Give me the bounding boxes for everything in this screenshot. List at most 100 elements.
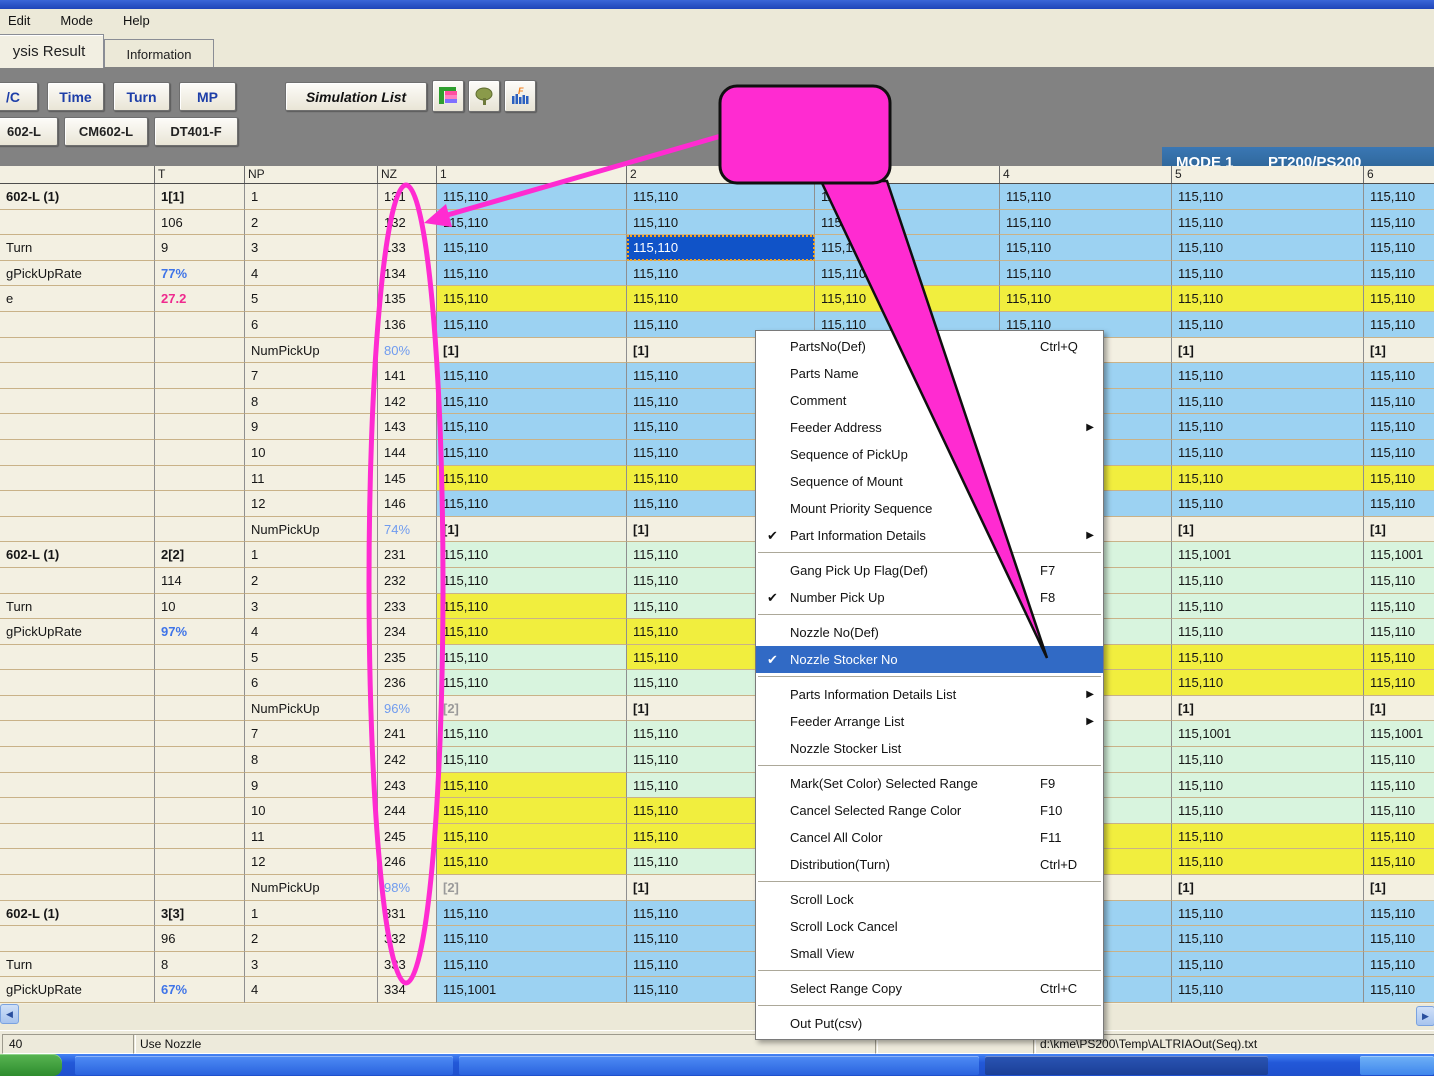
menu-item-sequence-of-mount[interactable]: Sequence of Mount	[756, 468, 1103, 495]
data-cell[interactable]: 115,110	[1172, 849, 1364, 875]
data-cell[interactable]: 115,110	[627, 235, 815, 261]
data-cell[interactable]: 115,110	[1364, 414, 1434, 440]
column-header[interactable]: 1	[437, 166, 627, 183]
data-cell[interactable]: 115,110	[437, 414, 627, 440]
data-cell[interactable]: 115,110	[1172, 798, 1364, 824]
turn-button[interactable]: Turn	[113, 82, 170, 111]
data-cell[interactable]: 115,110	[1172, 389, 1364, 415]
menu-item-nozzle-stocker-no[interactable]: ✔Nozzle Stocker No	[756, 646, 1103, 673]
data-cell[interactable]: 115,110	[1172, 414, 1364, 440]
data-cell[interactable]: 115,110	[1364, 926, 1434, 952]
data-cell[interactable]: 115,110	[437, 670, 627, 696]
machine-button-dt401f[interactable]: DT401-F	[154, 117, 238, 146]
menu-help[interactable]: Help	[121, 11, 152, 30]
color-list-icon[interactable]	[432, 80, 464, 112]
data-cell[interactable]: [2]	[437, 875, 627, 901]
data-cell[interactable]: 115,110	[1172, 645, 1364, 671]
data-cell[interactable]: 115,110	[437, 542, 627, 568]
data-cell[interactable]: 115,110	[1364, 773, 1434, 799]
data-cell[interactable]: 115,110	[815, 235, 1000, 261]
pc-button[interactable]: /C	[0, 82, 38, 111]
menu-item-cancel-selected-range-color[interactable]: Cancel Selected Range ColorF10	[756, 797, 1103, 824]
data-cell[interactable]: 115,110	[1172, 466, 1364, 492]
column-header[interactable]: 5	[1172, 166, 1364, 183]
taskbar-window-button-active[interactable]	[985, 1056, 1268, 1075]
data-cell[interactable]: 115,110	[437, 312, 627, 338]
menu-item-mount-priority-sequence[interactable]: Mount Priority Sequence	[756, 495, 1103, 522]
menu-item-sequence-of-pickup[interactable]: Sequence of PickUp	[756, 441, 1103, 468]
data-cell[interactable]: 115,110	[437, 261, 627, 287]
data-cell[interactable]: 115,110	[437, 824, 627, 850]
data-cell[interactable]: 115,110	[1364, 184, 1434, 210]
data-cell[interactable]: 115,110	[437, 798, 627, 824]
data-cell[interactable]: 115,110	[1364, 594, 1434, 620]
menu-item-part-information-details[interactable]: ✔Part Information Details▶	[756, 522, 1103, 549]
data-cell[interactable]: 115,110	[1364, 619, 1434, 645]
data-cell[interactable]: 115,110	[627, 184, 815, 210]
data-cell[interactable]: 115,110	[815, 286, 1000, 312]
data-cell[interactable]: 115,110	[1172, 747, 1364, 773]
time-button[interactable]: Time	[47, 82, 104, 111]
data-cell[interactable]: 115,110	[1172, 594, 1364, 620]
taskbar-window-button[interactable]	[75, 1056, 453, 1075]
machine-button-cm602l[interactable]: CM602-L	[64, 117, 148, 146]
data-cell[interactable]: 115,110	[1172, 440, 1364, 466]
data-cell[interactable]: 115,110	[627, 210, 815, 236]
data-cell[interactable]: 115,110	[1172, 926, 1364, 952]
data-cell[interactable]: 115,110	[1364, 849, 1434, 875]
data-cell[interactable]: 115,1001	[1172, 542, 1364, 568]
data-cell[interactable]: [1]	[437, 338, 627, 364]
data-cell[interactable]: 115,1001	[1364, 721, 1434, 747]
data-cell[interactable]: [1]	[1364, 696, 1434, 722]
data-cell[interactable]: 115,110	[437, 952, 627, 978]
data-cell[interactable]: 115,110	[815, 184, 1000, 210]
data-cell[interactable]: 115,110	[1000, 210, 1172, 236]
data-cell[interactable]: 115,110	[437, 849, 627, 875]
menu-item-number-pick-up[interactable]: ✔Number Pick UpF8	[756, 584, 1103, 611]
column-header[interactable]: 6	[1364, 166, 1434, 183]
data-cell[interactable]: 115,110	[1172, 824, 1364, 850]
menu-item-gang-pick-up-flag-def[interactable]: Gang Pick Up Flag(Def)F7	[756, 557, 1103, 584]
data-cell[interactable]: 115,110	[627, 286, 815, 312]
data-cell[interactable]: 115,110	[1172, 977, 1364, 1003]
data-cell[interactable]: 115,110	[1364, 312, 1434, 338]
menu-item-scroll-lock-cancel[interactable]: Scroll Lock Cancel	[756, 913, 1103, 940]
data-cell[interactable]: 115,110	[437, 286, 627, 312]
menu-mode[interactable]: Mode	[58, 11, 95, 30]
data-cell[interactable]: 115,110	[1172, 184, 1364, 210]
data-cell[interactable]: 115,110	[815, 210, 1000, 236]
menu-item-scroll-lock[interactable]: Scroll Lock	[756, 886, 1103, 913]
data-cell[interactable]: 115,110	[437, 901, 627, 927]
data-cell[interactable]: 115,110	[1172, 670, 1364, 696]
data-cell[interactable]: 115,110	[437, 184, 627, 210]
data-cell[interactable]: 115,110	[437, 773, 627, 799]
data-cell[interactable]: 115,110	[1172, 491, 1364, 517]
mp-button[interactable]: MP	[179, 82, 236, 111]
data-cell[interactable]: 115,110	[437, 619, 627, 645]
data-cell[interactable]: 115,110	[1364, 568, 1434, 594]
simulation-list-button[interactable]: Simulation List	[285, 82, 427, 111]
menu-item-mark-set-color-selected-range[interactable]: Mark(Set Color) Selected RangeF9	[756, 770, 1103, 797]
data-cell[interactable]: 115,110	[1364, 363, 1434, 389]
taskbar-window-button[interactable]	[459, 1056, 979, 1075]
data-cell[interactable]: 115,110	[1364, 389, 1434, 415]
data-cell[interactable]: [1]	[1364, 517, 1434, 543]
data-cell[interactable]: 115,110	[437, 235, 627, 261]
data-cell[interactable]: 115,110	[1364, 491, 1434, 517]
data-cell[interactable]: [1]	[1172, 875, 1364, 901]
data-cell[interactable]: 115,110	[1364, 824, 1434, 850]
data-cell[interactable]: 115,110	[437, 440, 627, 466]
data-cell[interactable]: 115,110	[815, 261, 1000, 287]
menu-item-out-put-csv[interactable]: Out Put(csv)	[756, 1010, 1103, 1037]
data-cell[interactable]: 115,110	[1000, 235, 1172, 261]
start-button-fragment[interactable]	[0, 1054, 62, 1076]
data-cell[interactable]: 115,110	[1364, 977, 1434, 1003]
data-cell[interactable]: 115,110	[1364, 235, 1434, 261]
column-header[interactable]: 2	[627, 166, 815, 183]
data-cell[interactable]: 115,110	[437, 926, 627, 952]
data-cell[interactable]: 115,110	[1172, 619, 1364, 645]
data-cell[interactable]: 115,110	[1172, 312, 1364, 338]
data-cell[interactable]: [1]	[1172, 338, 1364, 364]
data-cell[interactable]: 115,110	[437, 466, 627, 492]
data-cell[interactable]: 115,110	[437, 363, 627, 389]
